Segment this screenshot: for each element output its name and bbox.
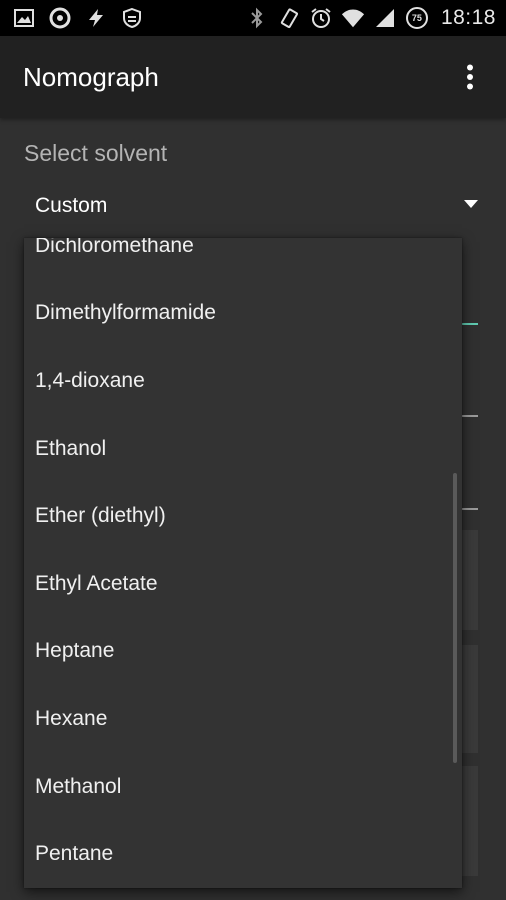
list-item[interactable]: Ethyl Acetate: [24, 550, 462, 618]
battery-level: 75: [411, 13, 422, 23]
status-bar: 75 18:18: [0, 0, 506, 36]
list-item[interactable]: Hexane: [24, 685, 462, 753]
list-item[interactable]: Methanol: [24, 753, 462, 821]
main-content: Select solvent Custom Dichloromethane Di…: [0, 118, 506, 900]
flash-icon: [84, 6, 108, 30]
spinner-selected-value: Custom: [35, 194, 108, 217]
list-item[interactable]: Pentane: [24, 820, 462, 888]
list-item[interactable]: Dichloromethane: [24, 238, 462, 280]
battery-icon: 75: [405, 6, 429, 30]
divider: [462, 508, 478, 510]
dropdown-triangle-icon: [464, 200, 478, 208]
status-time: 18:18: [440, 6, 496, 29]
solvent-dropdown-list: Dichloromethane Dimethylformamide 1,4-di…: [24, 238, 462, 888]
notification-icons: [0, 6, 144, 30]
list-item[interactable]: Dimethylformamide: [24, 280, 462, 348]
signal-icon: [373, 6, 397, 30]
list-item[interactable]: Ether (diethyl): [24, 482, 462, 550]
list-item[interactable]: 1,4-dioxane: [24, 347, 462, 415]
list-item[interactable]: Ethanol: [24, 415, 462, 483]
overflow-menu-button[interactable]: [450, 49, 490, 105]
background-panel: [462, 766, 478, 876]
app-bar: Nomograph: [0, 36, 506, 118]
vibrate-icon: [277, 6, 301, 30]
image-icon: [12, 6, 36, 30]
shield-icon: [120, 6, 144, 30]
circle-a-icon: [48, 6, 72, 30]
section-label: Select solvent: [24, 140, 168, 166]
alarm-icon: [309, 6, 333, 30]
app-title: Nomograph: [23, 61, 159, 92]
background-panel: [462, 530, 478, 630]
system-icons: 75 18:18: [245, 6, 506, 30]
list-item[interactable]: Heptane: [24, 618, 462, 686]
wifi-icon: [341, 6, 365, 30]
more-vert-icon: [467, 64, 473, 90]
dropdown-items: Dichloromethane Dimethylformamide 1,4-di…: [24, 238, 462, 888]
accent-divider: [462, 323, 478, 325]
scrollbar-thumb[interactable]: [453, 473, 457, 763]
background-panel: [462, 645, 478, 753]
bluetooth-icon: [245, 6, 269, 30]
divider: [462, 415, 478, 417]
solvent-spinner[interactable]: Custom: [24, 188, 484, 228]
